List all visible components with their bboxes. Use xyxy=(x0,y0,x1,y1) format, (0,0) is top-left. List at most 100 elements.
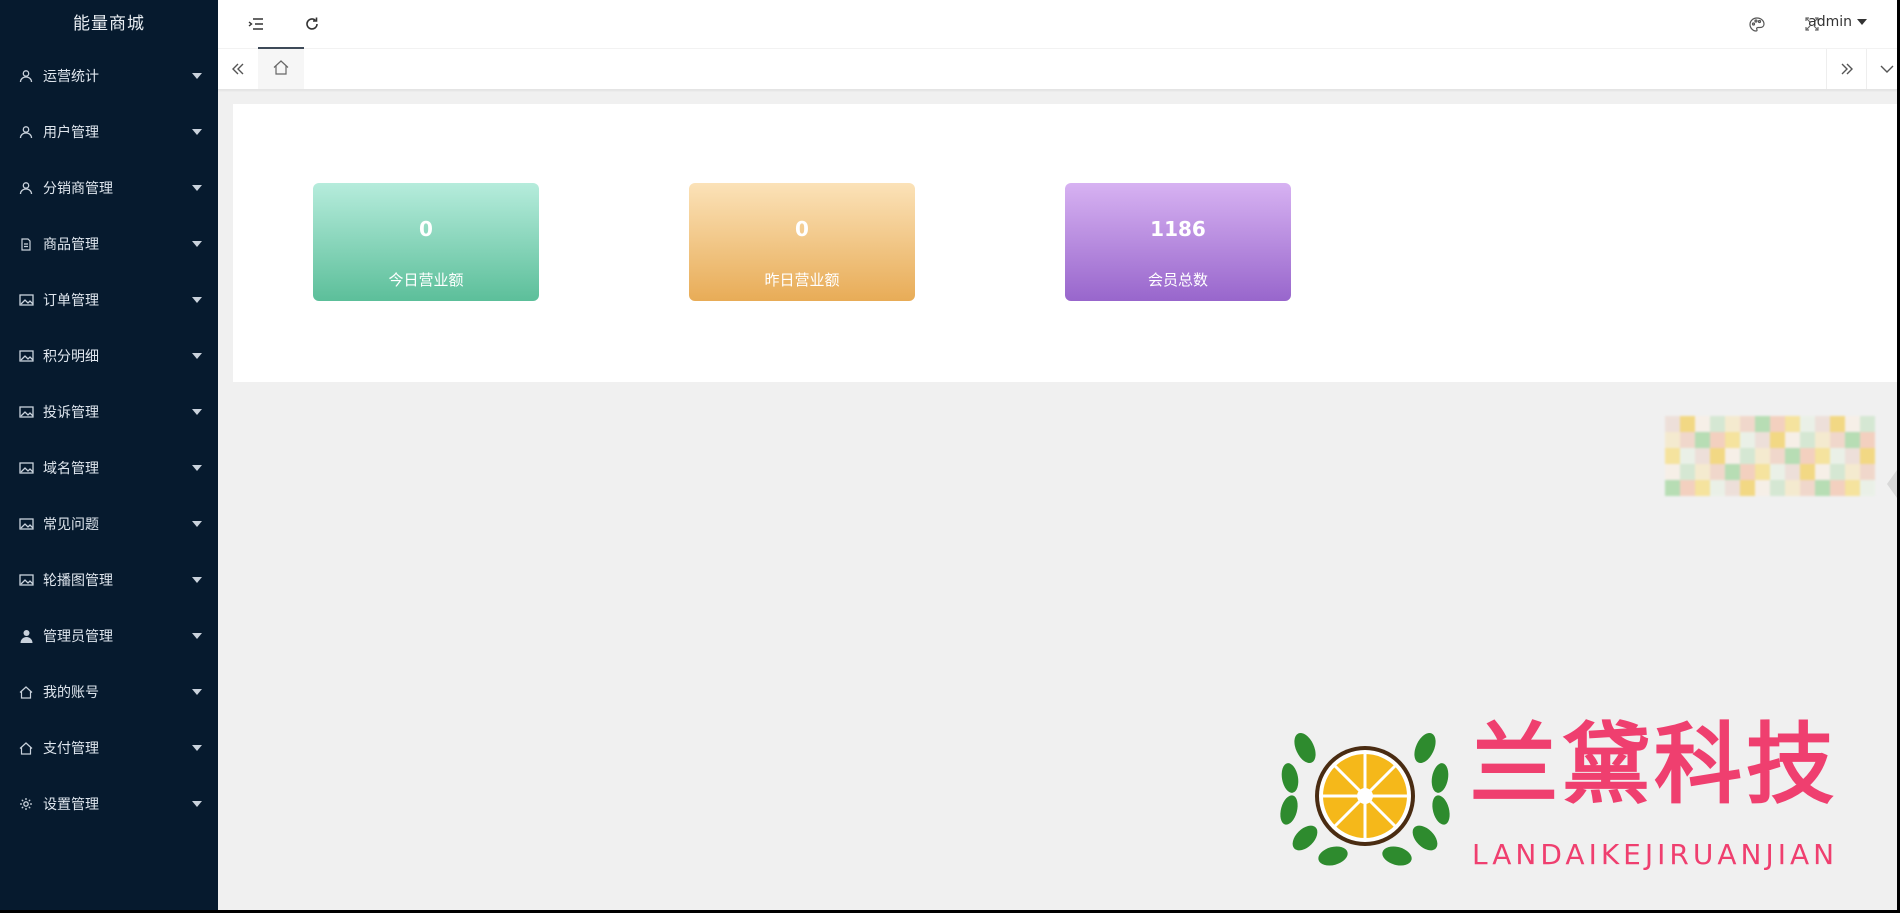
image-icon xyxy=(18,404,34,420)
mosaic-cell xyxy=(1725,464,1740,480)
mosaic-cell xyxy=(1830,416,1845,432)
image-icon xyxy=(18,348,34,364)
caret-down-icon xyxy=(192,241,202,247)
mosaic-cell xyxy=(1695,432,1710,448)
mosaic-cell xyxy=(1860,480,1875,496)
mosaic-cell xyxy=(1830,464,1845,480)
user-icon xyxy=(18,180,34,196)
sidebar-item-order-management[interactable]: 订单管理 xyxy=(0,272,218,328)
caret-down-icon xyxy=(192,633,202,639)
sidebar-item-operation-stats[interactable]: 运营统计 xyxy=(0,48,218,104)
user-icon xyxy=(18,124,34,140)
mosaic-cell xyxy=(1815,448,1830,464)
mosaic-cell xyxy=(1800,480,1815,496)
mosaic-cell xyxy=(1665,432,1680,448)
caret-down-icon xyxy=(192,521,202,527)
home-icon xyxy=(273,59,289,79)
sidebar-item-user-management[interactable]: 用户管理 xyxy=(0,104,218,160)
mosaic-cell xyxy=(1740,464,1755,480)
tabs-bar xyxy=(218,49,1897,90)
image-icon xyxy=(18,572,34,588)
stat-label: 今日营业额 xyxy=(388,271,464,289)
mosaic-cell xyxy=(1740,448,1755,464)
mosaic-cell xyxy=(1830,480,1845,496)
side-drawer-handle[interactable] xyxy=(1887,470,1897,498)
mosaic-cell xyxy=(1680,416,1695,432)
user-menu[interactable]: admin xyxy=(1808,14,1867,30)
stat-card-yesterday-revenue: 0 昨日营业额 xyxy=(689,183,915,301)
mosaic-cell xyxy=(1695,480,1710,496)
chevron-down-icon[interactable] xyxy=(1866,49,1897,89)
mosaic-cell xyxy=(1740,432,1755,448)
mosaic-cell xyxy=(1860,464,1875,480)
mosaic-cell xyxy=(1680,464,1695,480)
person-solid-icon xyxy=(18,628,34,644)
image-icon xyxy=(18,516,34,532)
double-left-icon[interactable] xyxy=(218,49,258,89)
palette-icon[interactable] xyxy=(1747,14,1767,34)
refresh-icon[interactable] xyxy=(302,14,322,34)
mosaic-cell xyxy=(1755,448,1770,464)
mosaic-cell xyxy=(1755,480,1770,496)
app-logo-title: 能量商城 xyxy=(73,14,145,34)
mosaic-cell xyxy=(1785,464,1800,480)
mosaic-cell xyxy=(1815,432,1830,448)
mosaic-cell xyxy=(1695,448,1710,464)
app-window: 能量商城 运营统计 用户管理 分销商管理 商品管理 订单管理 积分明细 投诉管理… xyxy=(0,0,1897,910)
tab-home[interactable] xyxy=(258,49,304,89)
sidebar-item-label: 积分明细 xyxy=(43,349,99,365)
watermark-subtitle: LANDAIKEJIRUANJIAN xyxy=(1472,838,1839,871)
mosaic-cell xyxy=(1845,448,1860,464)
sidebar-item-carousel-management[interactable]: 轮播图管理 xyxy=(0,552,218,608)
mosaic-cell xyxy=(1845,480,1860,496)
stat-label: 昨日营业额 xyxy=(764,271,840,289)
stat-card-member-total: 1186 会员总数 xyxy=(1065,183,1291,301)
sidebar-item-my-account[interactable]: 我的账号 xyxy=(0,664,218,720)
sidebar-item-label: 分销商管理 xyxy=(43,181,113,197)
caret-down-icon xyxy=(192,465,202,471)
sidebar-item-admin-management[interactable]: 管理员管理 xyxy=(0,608,218,664)
mosaic-cell xyxy=(1710,432,1725,448)
blurred-image xyxy=(1665,416,1875,496)
mosaic-cell xyxy=(1725,480,1740,496)
sidebar-item-payment-management[interactable]: 支付管理 xyxy=(0,720,218,776)
mosaic-cell xyxy=(1785,432,1800,448)
laurel-sun-logo xyxy=(1280,733,1450,866)
mosaic-cell xyxy=(1680,480,1695,496)
sidebar-item-faq[interactable]: 常见问题 xyxy=(0,496,218,552)
sidebar-item-points-detail[interactable]: 积分明细 xyxy=(0,328,218,384)
mosaic-cell xyxy=(1770,480,1785,496)
mosaic-cell xyxy=(1830,432,1845,448)
menu-toggle-icon[interactable] xyxy=(246,14,266,34)
mosaic-cell xyxy=(1800,416,1815,432)
sidebar-item-distributor-management[interactable]: 分销商管理 xyxy=(0,160,218,216)
mosaic-cell xyxy=(1800,464,1815,480)
mosaic-cell xyxy=(1770,432,1785,448)
user-icon xyxy=(18,68,34,84)
mosaic-cell xyxy=(1755,432,1770,448)
sidebar-item-label: 轮播图管理 xyxy=(43,573,113,589)
mosaic-cell xyxy=(1695,464,1710,480)
home-icon xyxy=(18,740,34,756)
sidebar-item-complaint-management[interactable]: 投诉管理 xyxy=(0,384,218,440)
double-right-icon[interactable] xyxy=(1826,49,1867,89)
sidebar-item-label: 用户管理 xyxy=(43,125,99,141)
mosaic-cell xyxy=(1725,416,1740,432)
sidebar-item-domain-management[interactable]: 域名管理 xyxy=(0,440,218,496)
username: admin xyxy=(1808,14,1852,30)
sidebar-item-product-management[interactable]: 商品管理 xyxy=(0,216,218,272)
mosaic-cell xyxy=(1695,416,1710,432)
image-icon xyxy=(18,460,34,476)
caret-down-icon xyxy=(192,745,202,751)
mosaic-cell xyxy=(1815,480,1830,496)
watermark-title: 兰黛科技 xyxy=(1470,712,1839,816)
sidebar-item-settings-management[interactable]: 设置管理 xyxy=(0,776,218,832)
caret-down-icon xyxy=(192,185,202,191)
mosaic-cell xyxy=(1845,432,1860,448)
sidebar-item-label: 域名管理 xyxy=(43,461,99,477)
mosaic-cell xyxy=(1665,480,1680,496)
sidebar-item-label: 支付管理 xyxy=(43,741,99,757)
image-icon xyxy=(18,292,34,308)
stat-value: 0 xyxy=(419,217,433,241)
caret-down-icon xyxy=(192,129,202,135)
